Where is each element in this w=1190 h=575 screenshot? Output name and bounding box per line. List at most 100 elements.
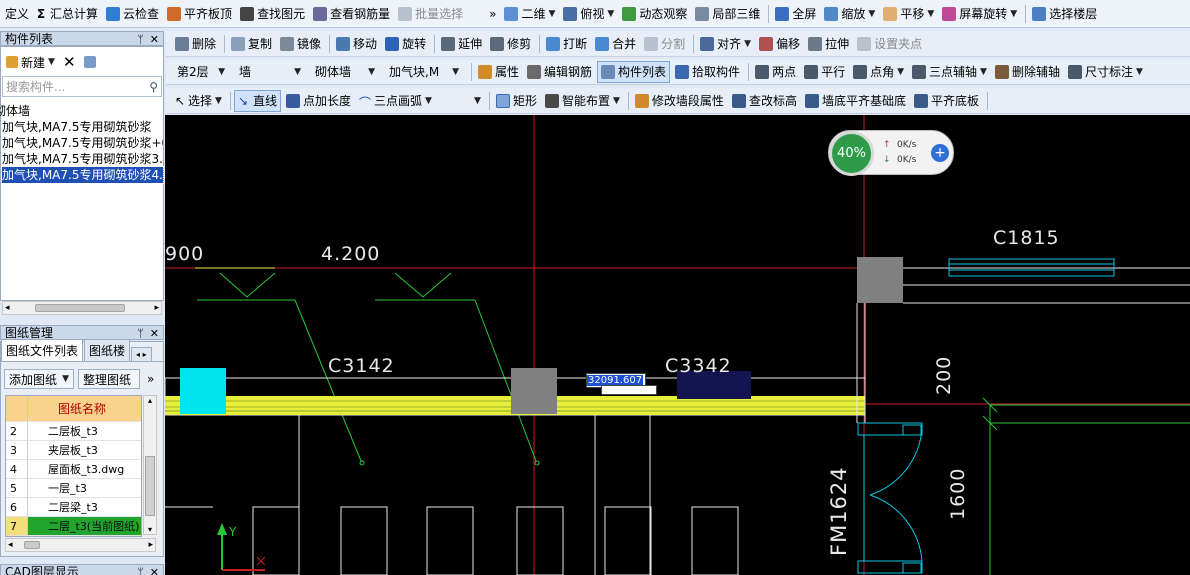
align-button[interactable]: 对齐 ▼ (697, 33, 754, 55)
local-3d-button[interactable]: 局部三维 (692, 3, 763, 25)
table-row[interactable]: 3 夹层板_t3 (6, 441, 141, 460)
copy-component-button[interactable] (81, 51, 102, 73)
orbit-button[interactable]: 动态观察 (619, 3, 690, 25)
delete-component-button[interactable]: ✕ (60, 51, 79, 73)
list-item[interactable]: 加气块,MA7.5专用砌筑砂浆+0. (2, 135, 163, 151)
drawings-vscroll[interactable]: ▴ ▾ (143, 395, 157, 535)
tab-drawing-floors[interactable]: 图纸楼 (84, 339, 131, 361)
screen-rotate-button[interactable]: 屏幕旋转 ▼ (939, 3, 1020, 25)
wall-align-foundation-button[interactable]: 墙底平齐基础底 (802, 90, 909, 112)
cloud-check-button[interactable]: 云检查 (103, 3, 162, 25)
plus-icon[interactable]: + (931, 144, 949, 162)
dimension-button[interactable]: 尺寸标注 ▼ (1065, 61, 1146, 83)
table-row[interactable]: 4 屋面板_t3.dwg (6, 460, 141, 479)
select-button[interactable]: ↖ 选择 ▼ (172, 90, 225, 112)
define-button[interactable]: 定义 (2, 3, 32, 25)
merge-button[interactable]: 合并 (592, 33, 639, 55)
material-select[interactable]: 加气块,M ▼ (384, 62, 464, 82)
list-item-selected[interactable]: 加气块,MA7.5专用砌筑砂浆4. (1, 166, 164, 184)
delete-button[interactable]: 删除 (172, 33, 219, 55)
top-view-button[interactable]: 俯视 ▼ (560, 3, 617, 25)
pan-button[interactable]: 平移 ▼ (880, 3, 937, 25)
scroll-left-icon[interactable]: ◂ (5, 303, 10, 313)
delete-axis-button[interactable]: 删除辅轴 (992, 61, 1063, 83)
find-element-button[interactable]: 查找图元 (237, 3, 308, 25)
component-list-button[interactable]: 构件列表 (597, 60, 671, 83)
smart-layout-icon (544, 93, 559, 108)
floor-select-button[interactable]: 选择楼层 (1029, 3, 1100, 25)
copy-button[interactable]: 复制 (228, 33, 275, 55)
pin-icon[interactable]: ᛘ (137, 327, 144, 340)
scroll-down-icon[interactable]: ▾ (144, 525, 156, 534)
view-rebar-button[interactable]: 查看钢筋量 (310, 3, 393, 25)
scroll-thumb[interactable] (145, 456, 155, 516)
tab-drawing-files[interactable]: 图纸文件列表 (1, 339, 84, 361)
new-component-button[interactable]: 新建 ▼ (3, 51, 58, 73)
three-point-arc-button[interactable]: ⌒ 三点画弧 ▼ ▼ (356, 90, 484, 112)
align-bottom-slab-button[interactable]: 平齐底板 (911, 90, 982, 112)
drawings-hscroll[interactable]: ◂ ▸ (5, 538, 156, 552)
extend-button[interactable]: 延伸 (438, 33, 485, 55)
table-row[interactable]: 2 二层板_t3 (6, 422, 141, 441)
component-search-input[interactable]: 搜索构件... ⚲ (2, 76, 162, 97)
move-button[interactable]: 移动 (333, 33, 380, 55)
trim-button[interactable]: 修剪 (487, 33, 534, 55)
line-tool-button[interactable]: ↘ 直线 (233, 89, 281, 112)
dim-label: 1600 (947, 467, 969, 520)
table-row[interactable]: 6 二层梁_t3 (6, 498, 141, 517)
cad-canvas[interactable]: 900 4.200 C3142 C3342 C1815 200 FM1624 1… (165, 115, 1190, 575)
batch-select-button[interactable]: 批量选择 (395, 3, 466, 25)
scroll-right-icon[interactable]: ▸ (148, 540, 153, 550)
list-item[interactable]: 加气块,MA7.5专用砌筑砂浆 (2, 119, 163, 135)
smart-layout-button[interactable]: 智能布置 ▼ (542, 90, 623, 112)
scroll-right-icon[interactable]: ▸ (154, 303, 159, 313)
category-select[interactable]: 墙 ▼ (234, 62, 306, 82)
pin-icon[interactable]: ᛘ (137, 33, 144, 46)
break-button[interactable]: 打断 (543, 33, 590, 55)
two-point-axis-button[interactable]: 两点 (752, 61, 799, 83)
floor-select[interactable]: 第2层 ▼ (172, 62, 230, 82)
close-icon[interactable]: ✕ (150, 566, 159, 575)
properties-button[interactable]: 属性 (475, 61, 522, 83)
modify-wall-attr-button[interactable]: 修改墙段属性 (632, 90, 727, 112)
scroll-thumb[interactable] (35, 304, 125, 312)
wall-type-select[interactable]: 砌体墙 ▼ (310, 62, 380, 82)
scroll-up-icon[interactable]: ▴ (144, 396, 156, 405)
offset-button[interactable]: 偏移 (756, 33, 803, 55)
mirror-button[interactable]: 镜像 (277, 33, 324, 55)
split-button[interactable]: 分割 (641, 33, 688, 55)
toolbar-overflow-button[interactable]: » (486, 3, 499, 25)
pick-component-button[interactable]: 拾取构件 (672, 61, 743, 83)
zoom-button[interactable]: 缩放 ▼ (821, 3, 878, 25)
stretch-button[interactable]: 拉伸 (805, 33, 852, 55)
scroll-thumb[interactable] (24, 541, 40, 549)
rotate-button[interactable]: 旋转 (382, 33, 429, 55)
list-item[interactable]: 加气块,MA7.5专用砌筑砂浆3.5 (2, 151, 163, 167)
view-2d-button[interactable]: 二维 ▼ (501, 3, 558, 25)
table-row-current[interactable]: 7 二层_t3(当前图纸) (6, 517, 141, 536)
parallel-axis-button[interactable]: 平行 (801, 61, 848, 83)
point-angle-button[interactable]: 点角 ▼ (850, 61, 907, 83)
organize-drawings-button[interactable]: 整理图纸 (78, 369, 140, 389)
close-icon[interactable]: ✕ (150, 327, 159, 340)
panel-overflow-button[interactable]: » (144, 368, 157, 390)
check-elevation-button[interactable]: 查改标高 (729, 90, 800, 112)
three-point-axis-button[interactable]: 三点辅轴 ▼ (909, 61, 990, 83)
scroll-left-icon[interactable]: ◂ (8, 540, 13, 550)
align-slab-top-button[interactable]: 平齐板顶 (164, 3, 235, 25)
point-length-button[interactable]: 点加长度 (283, 90, 354, 112)
summary-calc-button[interactable]: Σ 汇总计算 (34, 3, 101, 25)
component-hscroll[interactable]: ◂ ▸ (2, 301, 162, 315)
add-drawing-button[interactable]: 添加图纸 ▼ (4, 369, 74, 389)
tree-root[interactable]: 砌体墙 (0, 103, 163, 119)
network-speed-widget[interactable]: 40% ↑ 0K/s ↓ 0K/s + (828, 130, 954, 176)
set-grip-button[interactable]: 设置夹点 (854, 33, 925, 55)
search-icon[interactable]: ⚲ (149, 80, 158, 94)
table-row[interactable]: 5 一层_t3 (6, 479, 141, 498)
tab-scroll[interactable]: ◂ ▸ (131, 347, 152, 361)
fullscreen-button[interactable]: 全屏 (772, 3, 819, 25)
pin-icon[interactable]: ᛘ (137, 566, 144, 575)
edit-rebar-button[interactable]: 编辑钢筋 (524, 61, 595, 83)
rectangle-button[interactable]: 矩形 (493, 90, 540, 112)
close-icon[interactable]: ✕ (150, 33, 159, 46)
